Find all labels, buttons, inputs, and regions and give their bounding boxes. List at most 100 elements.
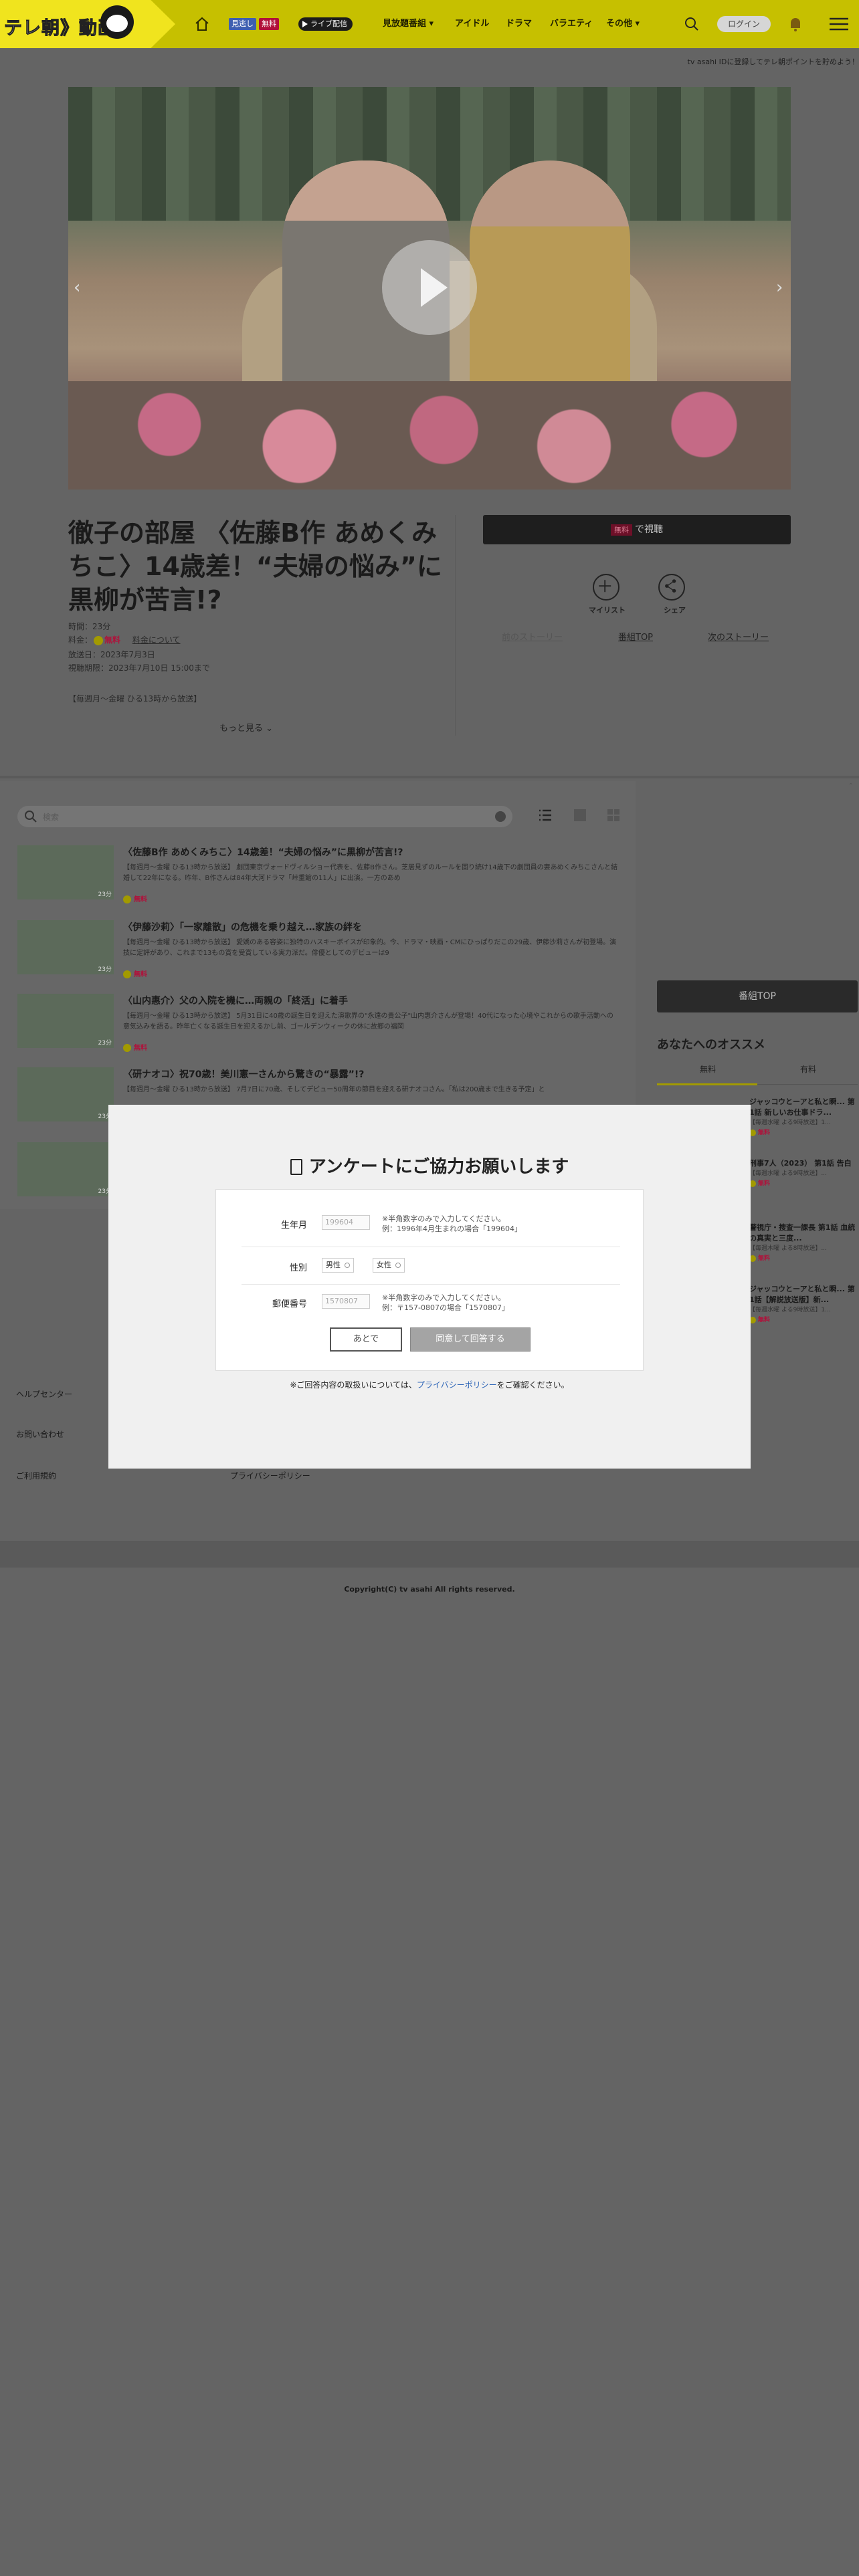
agree-button[interactable]: 同意して回答する [410,1327,531,1352]
mylist-plus-icon[interactable] [593,574,619,601]
search-icon[interactable] [684,16,700,32]
episode-thumbnail[interactable]: 23分 [17,1067,114,1121]
recommend-free: 無料 [749,1128,859,1136]
recommend-free: 無料 [749,1178,859,1187]
survey-form: 生年月 199604 ※半角数字のみで入力してください。 例：1996年4月生まれ… [215,1189,644,1371]
gender-label: 性別 [289,1263,307,1273]
zip-hint: ※半角数字のみで入力してください。 例：〒157-0807の場合「1570807」 [382,1293,509,1312]
tab-pay[interactable]: 有料 [800,1063,816,1075]
clear-search-icon[interactable] [495,811,506,822]
survey-modal: アンケートにご協力お願いします 生年月 199604 ※半角数字のみで入力してく… [108,1105,751,1469]
sidebar-program-top-button[interactable]: 番組TOP [657,980,858,1012]
episode-item[interactable]: 23分 〈山内惠介〉父の入院を機に…両親の「終活」に着手 【毎週月～金曜 ひる1… [17,994,619,1054]
column-divider [455,515,456,736]
grid-large-view-icon[interactable] [573,808,587,823]
nav-unlimited[interactable]: 見放題番組 ▾ [383,15,434,33]
recommend-item[interactable]: ジャッコウとーアと私と瞬... 第1話 新しいお仕事ドラ... 【毎週水曜 よる… [749,1097,859,1136]
prev-story-link[interactable]: 前のストーリー [502,630,563,643]
coin-icon [94,635,104,645]
birth-label: 生年月 [280,1220,307,1230]
terms-link[interactable]: ご利用規約 [16,1470,56,1481]
episode-item-title[interactable]: 〈伊藤沙莉〉「一家離散」の危機を乗り越え…家族の絆を [123,920,362,934]
program-top-link[interactable]: 番組TOP [618,630,653,643]
recommend-title[interactable]: ジャッコウとーアと私と瞬... 第1話【解説放送版】新... [749,1284,859,1305]
episode-search[interactable]: 検索 [17,806,512,827]
next-story-link[interactable]: 次のストーリー [708,630,769,643]
grid-small-view-icon[interactable] [606,808,621,823]
recommend-item[interactable]: ジャッコウとーアと私と瞬... 第1話【解説放送版】新... 【毎週水曜 よる9… [749,1284,859,1323]
list-view-icon[interactable] [538,808,553,823]
episode-item-title[interactable]: 〈佐藤B作 あめくみちこ〉14歳差！“夫婦の悩み”に黒柳が苦言!? [123,845,403,859]
watch-button[interactable]: 無料 で視聴 [483,515,791,544]
show-more-button[interactable]: もっと見る ⌄ [219,721,273,734]
recommend-title[interactable]: ジャッコウとーアと私と瞬... 第1話 新しいお仕事ドラ... [749,1097,859,1118]
contact-link[interactable]: お問い合わせ [16,1428,64,1440]
play-button-icon[interactable] [382,240,477,335]
episode-item-desc: 【毎週月～金曜 ひる13時から放送】 愛嬌のある容姿に独特のハスキーボイスが印象… [123,939,617,957]
clipboard-icon [290,1159,302,1175]
recommend-item[interactable]: 警視庁・捜査一課長 第1話 血統の真実と三度... 【毎週木曜 よる8時放送】.… [749,1222,859,1262]
logo-text: テレ朝》動画 [4,18,116,39]
episode-item-desc: 【毎週月～金曜 ひる13時から放送】 5月31日に40歳の誕生日を迎えた演歌界の… [123,1012,613,1031]
missed-badge[interactable]: 見逃し [229,18,256,30]
site-logo[interactable]: テレ朝》動画 [0,0,175,48]
recommend-item[interactable]: 刑事7人（2023） 第1話 告白 【毎週水曜 よる9時放送】... 無料 [749,1158,859,1187]
tab-divider [757,1084,858,1085]
zip-input[interactable]: 1570807 [322,1294,370,1309]
radio-icon [395,1263,401,1268]
next-arrow-icon[interactable]: › [776,274,785,301]
recommend-title[interactable]: 刑事7人（2023） 第1話 告白 [749,1158,859,1169]
zip-label: 郵便番号 [272,1299,307,1309]
home-icon[interactable] [194,16,210,32]
air-date: 放送日：2023年7月3日 [68,650,155,659]
price-label: 料金： [68,635,93,645]
episode-item-title[interactable]: 〈研ナオコ〉祝70歳！美川憲一さんから驚きの“暴露”!? [123,1067,364,1081]
id-notice[interactable]: tv asahi IDに登録してテレ朝ポイントを貯めよう！ [688,56,859,67]
help-center-link[interactable]: ヘルプセンター [16,1388,72,1400]
episode-thumbnail[interactable]: 23分 [17,845,114,899]
birth-row: 生年月 199604 ※半角数字のみで入力してください。 例：1996年4月生まれ… [242,1200,620,1247]
active-tab-indicator [657,1083,757,1085]
episode-duration: 時間：23分 [68,622,111,631]
later-button[interactable]: あとで [330,1327,402,1352]
episode-thumbnail[interactable]: 23分 [17,1142,114,1196]
footer-bar [0,1541,859,1568]
nav-drama[interactable]: ドラマ [506,15,532,33]
nav-idol[interactable]: アイドル [455,15,489,33]
share-label: シェア [664,606,686,615]
gender-female-radio[interactable]: 女性 [373,1258,405,1273]
mascot-icon [100,5,134,39]
privacy-policy-link[interactable]: プライバシーポリシー [417,1380,497,1390]
nav-variety[interactable]: バラエティ [550,15,593,33]
episode-title: 徹子の部屋 〈佐藤B作 あめくみちこ〉14歳差！“夫婦の悩み”に黒柳が苦言!? [68,518,442,615]
bell-icon[interactable] [788,16,803,32]
recommend-title[interactable]: 警視庁・捜査一課長 第1話 血統の真実と三度... [749,1222,859,1244]
collapse-arrow-icon[interactable]: ⌃ [848,782,854,790]
recommend-free: 無料 [749,1315,859,1323]
tab-free[interactable]: 無料 [700,1063,716,1075]
radio-icon [345,1263,350,1268]
survey-title: アンケートにご協力お願いします [108,1153,751,1178]
episode-item-title[interactable]: 〈山内惠介〉父の入院を機に…両親の「終活」に着手 [123,994,348,1007]
recommend-desc: 【毎週水曜 よる9時放送】1... [749,1119,831,1126]
gender-male-radio[interactable]: 男性 [322,1258,354,1273]
privacy-link[interactable]: プライバシーポリシー [230,1470,310,1481]
broadcast-schedule: 【毎週月～金曜 ひる13時から放送】 [68,694,202,704]
hamburger-menu-icon[interactable] [830,17,848,31]
nav-other[interactable]: その他 ▾ [606,15,640,33]
prev-arrow-icon[interactable]: ‹ [74,274,83,301]
login-button[interactable]: ログイン [717,16,771,32]
episode-thumbnail[interactable]: 23分 [17,920,114,974]
recommend-desc: 【毎週水曜 よる9時放送】1... [749,1307,831,1313]
price-info-link[interactable]: 料金について [132,635,181,645]
video-player[interactable]: ‹ › [68,87,791,490]
share-icon[interactable] [658,574,685,601]
episode-item-desc: 【毎週月～金曜 ひる13時から放送】 7月7日に70歳、そしてデビュー50周年の… [123,1086,545,1093]
free-badge[interactable]: 無料 [259,18,279,30]
livestream-link[interactable]: ライブ配信 [298,17,353,31]
birth-input[interactable]: 199604 [322,1215,370,1230]
episode-thumbnail[interactable]: 23分 [17,994,114,1048]
episode-item-free: 無料 [123,1042,147,1052]
episode-item[interactable]: 23分 〈伊藤沙莉〉「一家離散」の危機を乗り越え…家族の絆を 【毎週月～金曜 ひ… [17,920,619,980]
episode-item[interactable]: 23分 〈佐藤B作 あめくみちこ〉14歳差！“夫婦の悩み”に黒柳が苦言!? 【毎… [17,845,619,905]
